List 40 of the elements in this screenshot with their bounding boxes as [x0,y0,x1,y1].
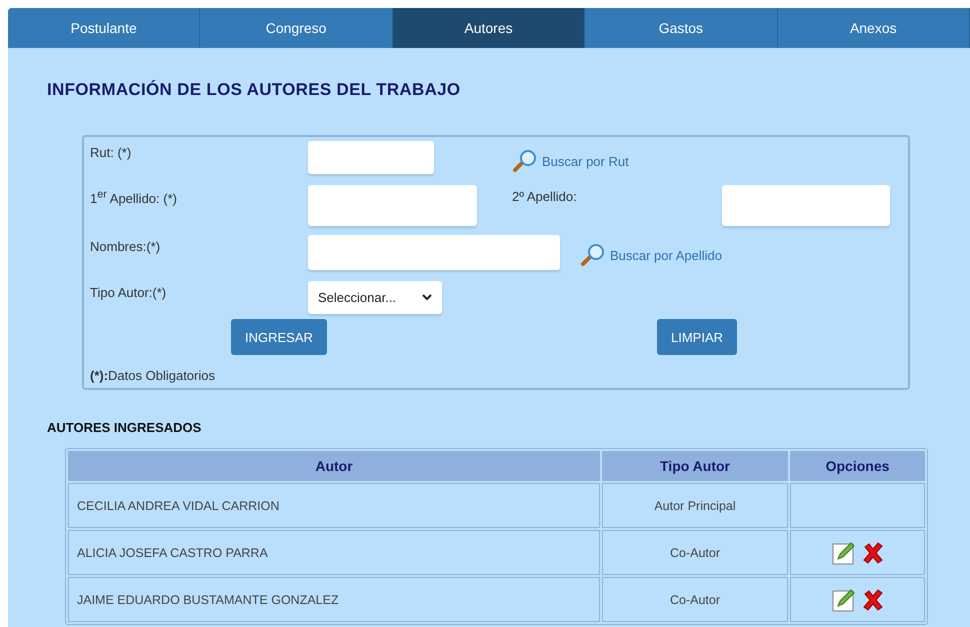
table-cell: JAIME EDUARDO BUSTAMANTE GONZALEZ [68,577,600,622]
apellido-field[interactable] [722,185,890,226]
delete-button[interactable] [862,588,884,610]
table-cell: ALICIA JOSEFA CASTRO PARRA [68,530,600,575]
tab[interactable]: Anexos [778,8,970,48]
table-heading: AUTORES INGRESADOS [47,420,202,435]
required-note: (*):Datos Obligatorios [90,368,216,383]
edit-button[interactable] [832,540,856,564]
column-header: Opciones [790,451,925,481]
chevron-icon [422,294,432,301]
edit-button[interactable] [832,588,856,612]
field-label: Rut: (*) [90,144,132,162]
search-link[interactable]: Buscar por Rut [512,149,908,173]
pencil-icon [832,540,856,564]
pencil-icon [832,588,856,612]
nombres-field[interactable] [308,235,560,270]
table-cell: Co-Autor [602,530,788,575]
submit-button[interactable]: INGRESAR [231,319,327,355]
column-header: Tipo Autor [602,451,788,481]
table-cell: Autor Principal [602,483,788,528]
search-icon [580,243,606,267]
field-label: Nombres:(*) [90,238,162,256]
field-label: Tipo Autor:(*) [90,284,168,302]
table-cell: Co-Autor [602,577,788,622]
search-link[interactable]: Buscar por Apellido [580,243,722,267]
delete-icon [862,588,884,610]
tab[interactable]: Postulante [8,8,200,48]
delete-icon [862,542,884,564]
select-field[interactable]: Seleccionar... [308,281,442,314]
rut-field[interactable] [308,141,434,174]
search-icon [512,149,538,173]
clear-button[interactable]: LIMPIAR [657,319,738,355]
apellido-field[interactable] [308,185,477,226]
table-cell: CECILIA ANDREA VIDAL CARRION [68,483,600,528]
delete-button[interactable] [862,542,884,564]
column-header: Autor [68,451,600,481]
tab[interactable]: Autores [392,8,586,48]
section-title: INFORMACIÓN DE LOS AUTORES DEL TRABAJO [47,80,462,100]
field-label: 1$^{er}$ Apellido: (*) [90,188,178,208]
field-label: 2º Apellido: [512,188,578,206]
